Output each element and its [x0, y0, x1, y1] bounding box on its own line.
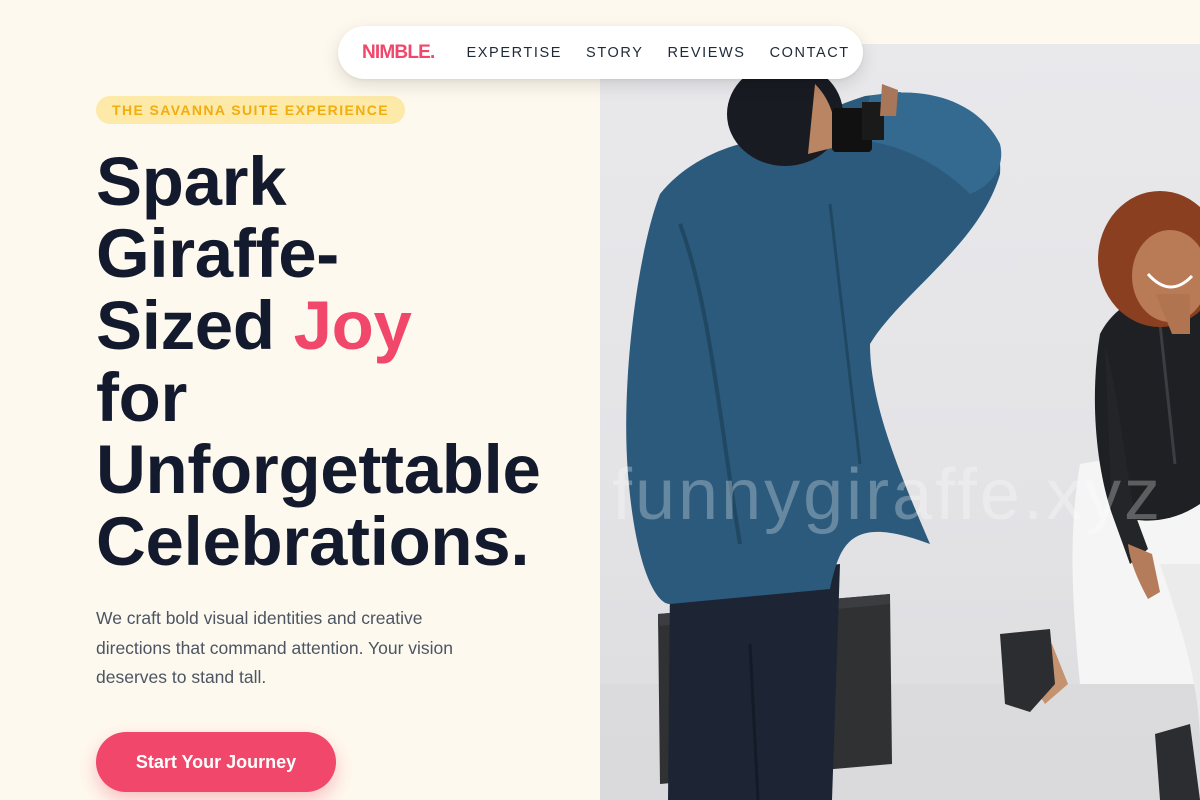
headline-word: Giraffe-: [96, 215, 339, 292]
hero-photo: funnygiraffe.xyz: [600, 44, 1200, 800]
nav-link-story[interactable]: STORY: [586, 45, 643, 61]
nav-link-contact[interactable]: CONTACT: [770, 45, 850, 61]
headline-word: for: [96, 359, 188, 436]
headline-accent-word: Joy: [293, 287, 412, 364]
nav-link-reviews[interactable]: REVIEWS: [667, 45, 745, 61]
start-journey-button[interactable]: Start Your Journey: [96, 732, 336, 792]
top-navigation: NIMBLE. EXPERTISE STORY REVIEWS CONTACT: [338, 26, 863, 79]
nav-link-expertise[interactable]: EXPERTISE: [467, 45, 563, 61]
headline-word: Celebrations.: [96, 503, 530, 580]
headline-word: Spark: [96, 143, 287, 220]
watermark-text: funnygiraffe.xyz: [612, 455, 1163, 535]
headline-word: Unforgettable: [96, 431, 541, 508]
hero-headline: Spark Giraffe- Sized Joy for Unforgettab…: [96, 146, 586, 578]
hero-description: We craft bold visual identities and crea…: [96, 608, 454, 687]
landing-page: funnygiraffe.xyz NIMBLE. EXPERTISE STORY…: [0, 0, 1200, 800]
headline-word: Sized: [96, 287, 275, 364]
hero-badge: THE SAVANNA SUITE EXPERIENCE: [96, 96, 405, 124]
brand-logo[interactable]: NIMBLE.: [362, 42, 435, 64]
hero-photo-illustration: [600, 62, 1200, 800]
